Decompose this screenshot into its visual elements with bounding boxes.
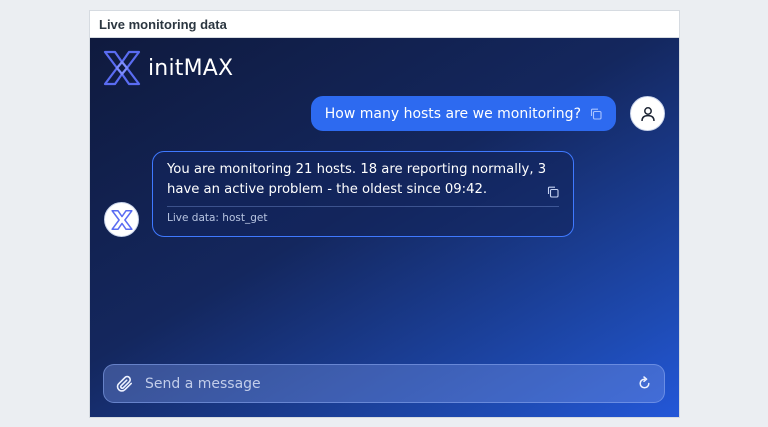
widget-title: Live monitoring data — [99, 16, 227, 32]
bot-source-label: Live data: host_get — [167, 212, 268, 224]
chat-area: initMAX How many hosts are we monitoring… — [90, 38, 679, 417]
bot-message-divider — [167, 206, 559, 207]
paperclip-icon[interactable] — [116, 375, 134, 393]
brand-logo: initMAX — [103, 50, 233, 86]
message-composer — [103, 364, 665, 403]
bot-avatar — [104, 202, 139, 237]
user-message-bubble: How many hosts are we monitoring? — [310, 96, 616, 131]
brand-name: initMAX — [148, 55, 234, 81]
user-message-text: How many hosts are we monitoring? — [324, 105, 581, 122]
initmax-logo-icon — [110, 209, 133, 230]
refresh-icon[interactable] — [637, 376, 652, 391]
monitoring-widget: Live monitoring data initMAX How many ho… — [89, 10, 680, 418]
copy-icon[interactable] — [590, 108, 602, 120]
widget-header: Live monitoring data — [90, 11, 679, 38]
user-icon — [640, 106, 655, 121]
bot-copy-button[interactable] — [547, 183, 559, 202]
user-avatar — [630, 96, 665, 131]
copy-icon[interactable] — [547, 186, 559, 198]
bot-message-bubble: You are monitoring 21 hosts. 18 are repo… — [152, 151, 574, 237]
message-input[interactable] — [145, 375, 637, 392]
initmax-logo-icon — [103, 50, 141, 86]
bot-message-text: You are monitoring 21 hosts. 18 are repo… — [167, 162, 547, 197]
